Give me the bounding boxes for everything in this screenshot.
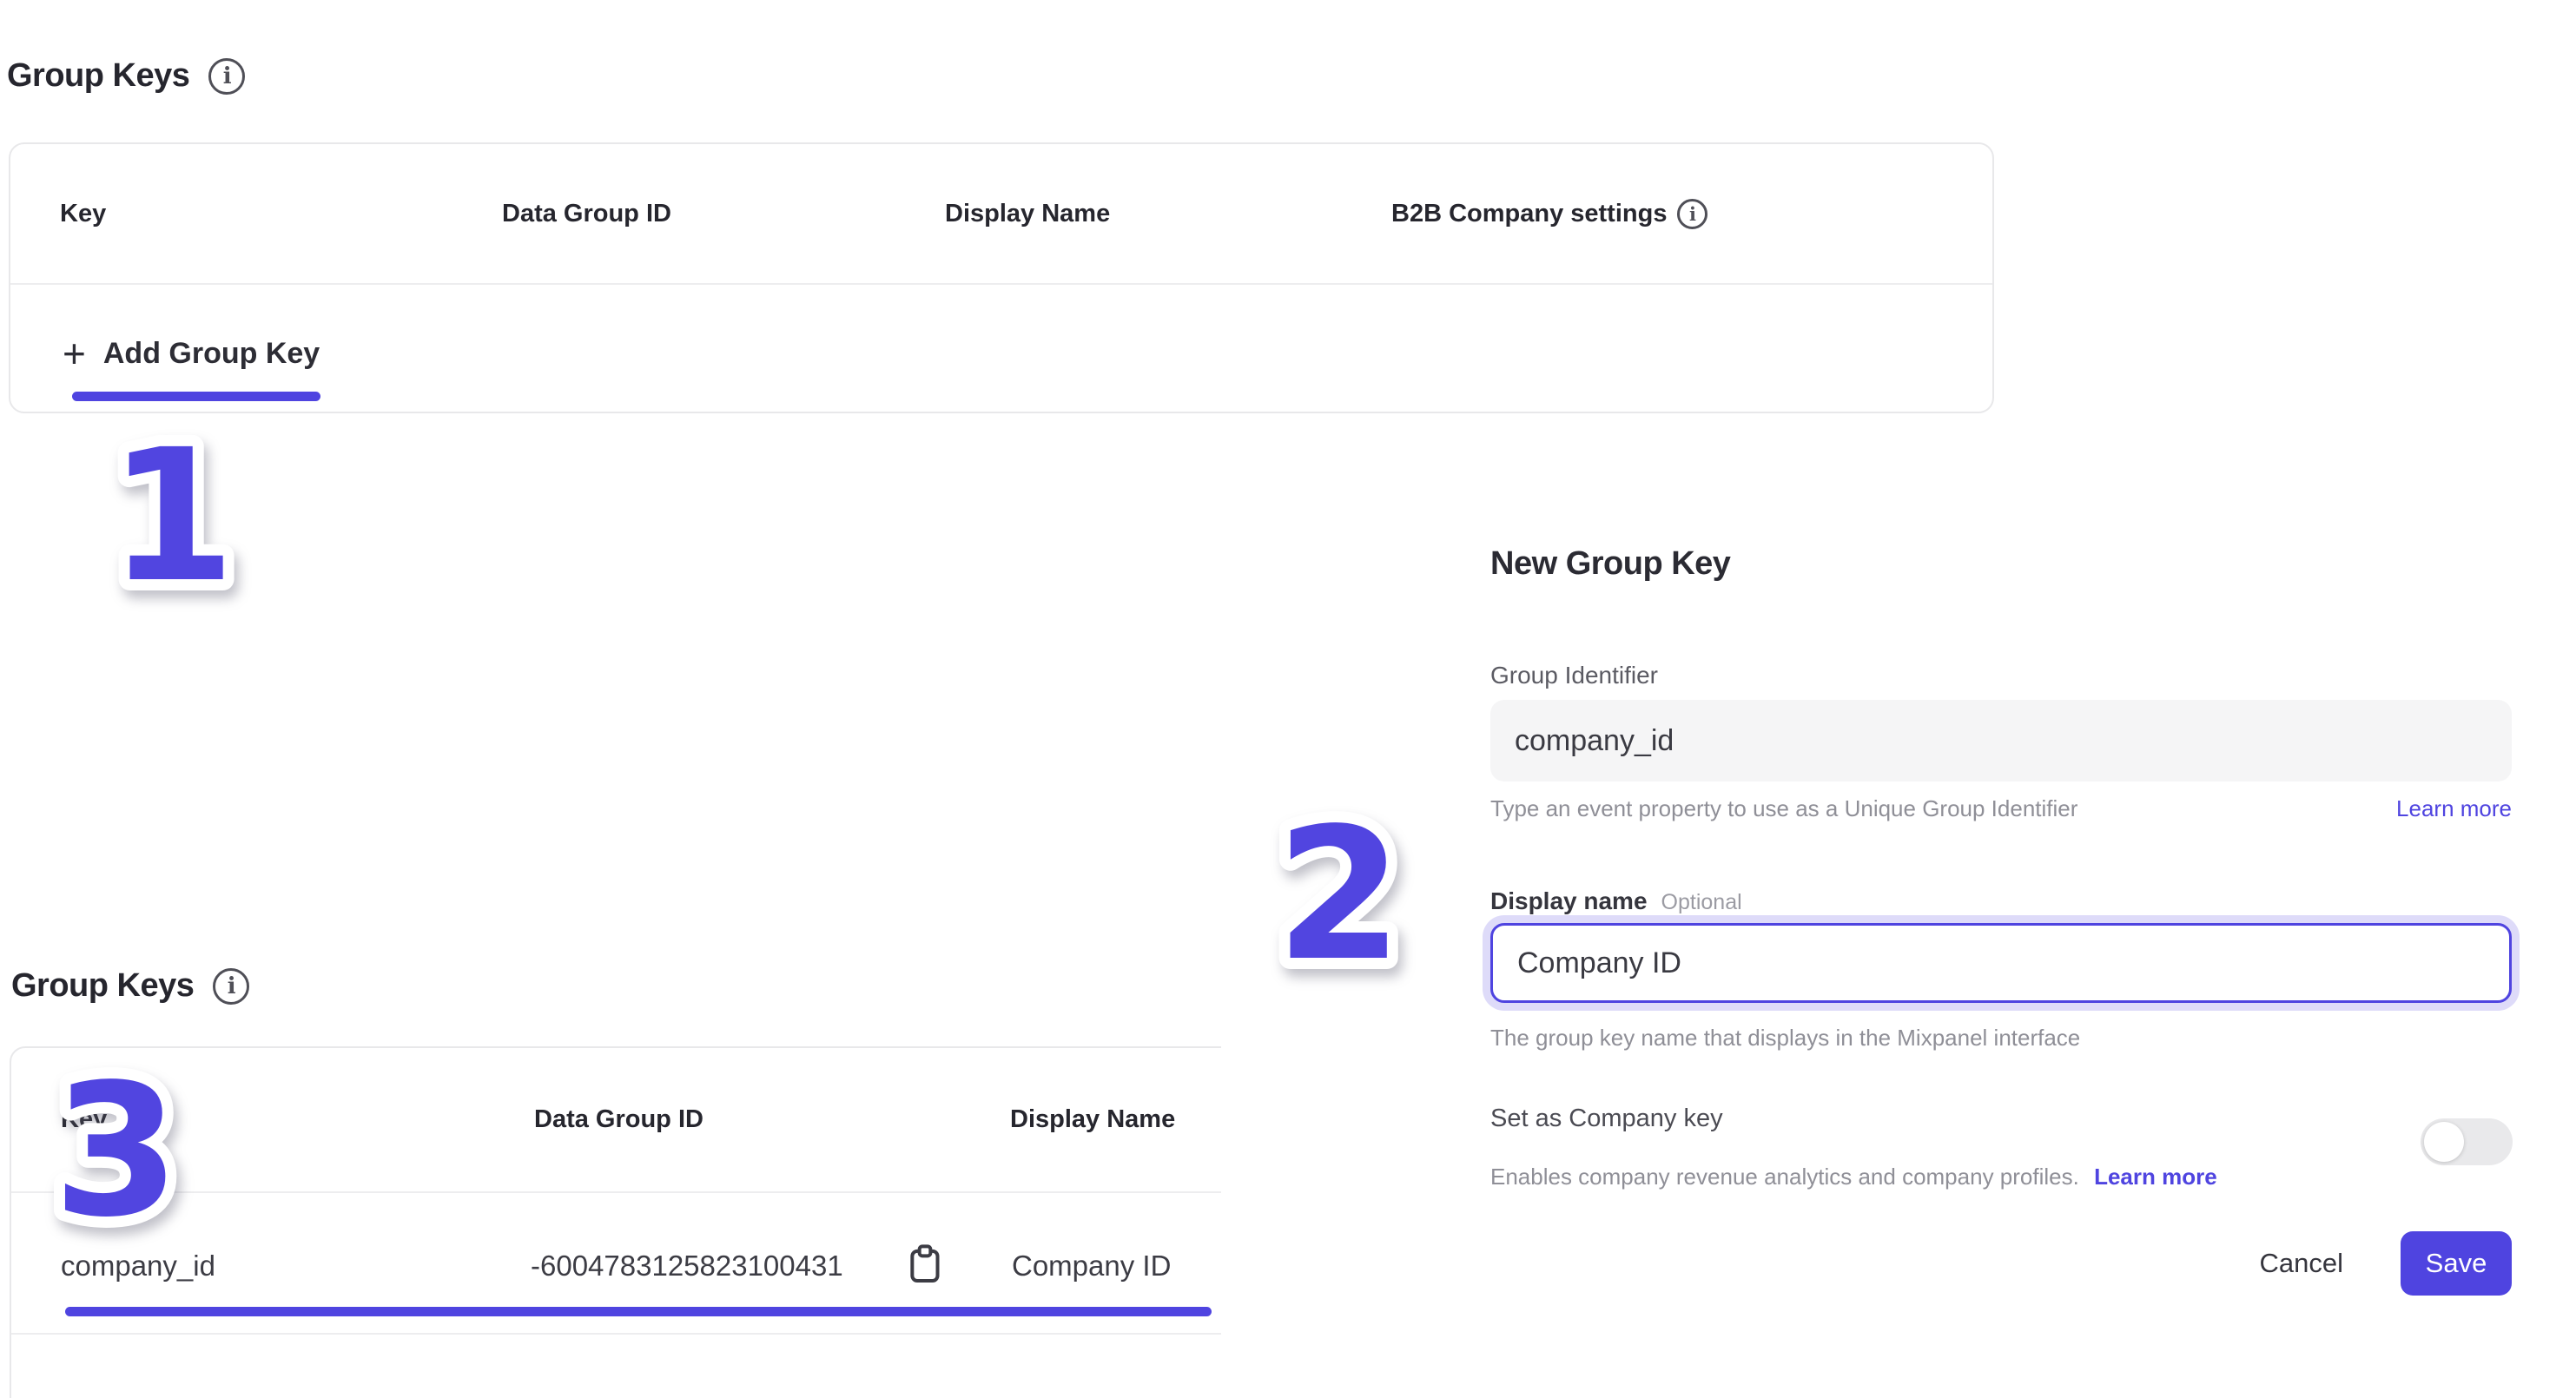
company-key-helper-row: Enables company revenue analytics and co… xyxy=(1490,1164,2217,1190)
display-name-label: Display name xyxy=(1490,887,1648,915)
column-header-display-name: Display Name xyxy=(1010,1048,1175,1191)
toggle-knob xyxy=(2424,1122,2464,1162)
display-name-field-wrap xyxy=(1490,923,2512,1003)
column-header-data-group-id: Data Group ID xyxy=(534,1048,703,1191)
column-header-key: Key xyxy=(60,144,106,283)
group-identifier-helper-row: Type an event property to use as a Uniqu… xyxy=(1490,795,2512,822)
display-name-label-row: Display name Optional xyxy=(1490,887,1742,915)
cancel-button[interactable]: Cancel xyxy=(2260,1248,2344,1279)
column-header-display-name: Display Name xyxy=(945,144,1110,283)
company-key-learn-more-link[interactable]: Learn more xyxy=(2094,1164,2217,1190)
info-icon[interactable]: i xyxy=(1677,199,1707,229)
group-identifier-helper: Type an event property to use as a Uniqu… xyxy=(1490,795,2077,822)
step-1-badge: 1 xyxy=(42,347,302,625)
display-name-input[interactable] xyxy=(1490,923,2512,1003)
row-data-group-id-cell: -6004783125823100431 xyxy=(531,1250,843,1283)
display-name-helper: The group key name that displays in the … xyxy=(1490,1025,2080,1052)
annotation-underline-group-key-row xyxy=(65,1307,1212,1316)
form-actions: Cancel Save xyxy=(1490,1231,2512,1296)
group-keys-title: Group Keys xyxy=(7,57,189,95)
step-3-badge: 3 xyxy=(0,990,261,1276)
info-icon[interactable]: i xyxy=(208,58,245,95)
table-row-divider xyxy=(11,1333,1221,1335)
group-keys-table-top: Key Data Group ID Display Name B2B Compa… xyxy=(9,142,1994,413)
display-name-optional: Optional xyxy=(1661,890,1742,915)
page: Group Keys i Key Data Group ID Display N… xyxy=(0,0,2576,1398)
save-button[interactable]: Save xyxy=(2401,1231,2512,1296)
column-header-data-group-id: Data Group ID xyxy=(502,144,671,283)
table-header-divider xyxy=(10,283,1992,285)
group-identifier-field-wrap xyxy=(1490,700,2512,781)
step-3-number: 3 xyxy=(53,1045,180,1257)
info-icon-glyph: i xyxy=(223,65,231,88)
column-header-b2b-settings: B2B Company settings i xyxy=(1391,144,1707,283)
group-keys-heading-top: Group Keys i xyxy=(7,57,245,95)
company-key-helper: Enables company revenue analytics and co… xyxy=(1490,1164,2079,1190)
info-icon-glyph: i xyxy=(1689,205,1696,223)
group-identifier-label: Group Identifier xyxy=(1490,662,1658,689)
step-1-number: 1 xyxy=(109,410,235,623)
group-identifier-input[interactable] xyxy=(1490,700,2512,781)
group-identifier-learn-more-link[interactable]: Learn more xyxy=(2396,795,2512,822)
step-2-number: 2 xyxy=(1276,788,1403,1001)
step-2-badge: 2 xyxy=(1209,729,1470,1007)
row-display-name-cell: Company ID xyxy=(1012,1250,1171,1283)
form-title: New Group Key xyxy=(1490,545,1730,583)
company-key-label: Set as Company key xyxy=(1490,1105,1723,1133)
copy-icon[interactable] xyxy=(908,1243,942,1284)
company-key-toggle[interactable] xyxy=(2421,1118,2513,1165)
